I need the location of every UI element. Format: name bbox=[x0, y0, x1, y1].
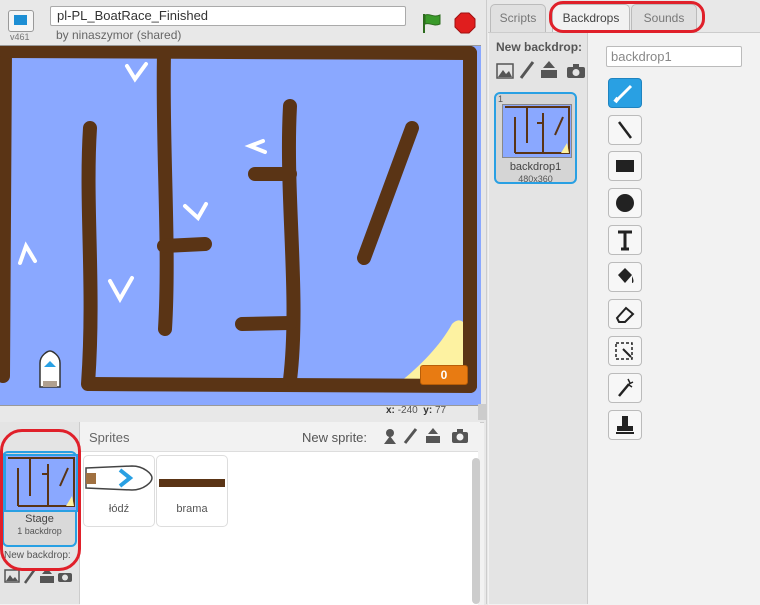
score-display: 0 bbox=[420, 365, 468, 385]
stage-backdrop-drawing bbox=[0, 46, 481, 405]
choose-backdrop-from-library-icon[interactable] bbox=[496, 63, 514, 79]
backdrop-thumbnail bbox=[502, 104, 572, 158]
new-sprite-label: New sprite: bbox=[302, 430, 368, 445]
new-backdrop-label: New backdrop: bbox=[496, 40, 583, 54]
sprite-tile-gate[interactable]: brama bbox=[156, 455, 228, 527]
sprite-name-boat: łódź bbox=[108, 503, 130, 515]
choose-sprite-from-library-icon[interactable] bbox=[381, 427, 399, 445]
version-label: v461 bbox=[10, 32, 30, 42]
project-byline: by ninaszymor (shared) bbox=[56, 28, 182, 42]
paint-new-backdrop-icon[interactable] bbox=[519, 61, 535, 79]
backdrop-name-input[interactable]: backdrop1 bbox=[606, 46, 742, 67]
backdrop-name: backdrop1 bbox=[509, 161, 562, 173]
stage-size-toggle-button[interactable] bbox=[8, 10, 34, 32]
choose-backdrop-icon[interactable] bbox=[4, 569, 20, 583]
magic-wand-icon bbox=[618, 378, 634, 397]
backdrop-index: 1 bbox=[498, 94, 504, 104]
sprite-tile-boat[interactable]: łódź bbox=[83, 455, 155, 527]
fill-tool[interactable] bbox=[608, 262, 642, 292]
rectangle-tool[interactable] bbox=[608, 151, 642, 181]
paint-bucket-icon bbox=[618, 268, 634, 283]
select-tool[interactable] bbox=[608, 336, 642, 366]
upload-backdrop-file-icon[interactable] bbox=[539, 61, 559, 79]
upload-sprite-icon[interactable] bbox=[424, 427, 442, 445]
backdrop-size: 480x360 bbox=[518, 174, 553, 184]
paint-new-sprite-icon[interactable] bbox=[402, 427, 420, 445]
text-icon bbox=[618, 230, 632, 251]
ellipse-icon bbox=[616, 194, 634, 212]
coord-y-label: y: bbox=[423, 405, 433, 416]
sprites-scrollbar[interactable] bbox=[472, 458, 480, 604]
brush-icon bbox=[613, 84, 633, 104]
sprite-name-gate: brama bbox=[176, 503, 208, 515]
green-flag-icon[interactable] bbox=[420, 12, 444, 34]
camera-sprite-icon[interactable] bbox=[451, 427, 469, 445]
rectangle-icon bbox=[616, 160, 634, 172]
text-tool[interactable] bbox=[608, 225, 642, 255]
sprites-title: Sprites bbox=[89, 430, 130, 445]
stage-highlight-annotation bbox=[0, 429, 81, 571]
magic-wand-tool[interactable] bbox=[608, 373, 642, 403]
brush-tool[interactable] bbox=[608, 78, 642, 108]
project-title-field[interactable]: pl-PL_BoatRace_Finished bbox=[50, 6, 406, 26]
gate-sprite-thumbnail bbox=[159, 479, 225, 487]
mouse-coordinates: x: -240 y: 77 bbox=[386, 405, 446, 416]
eraser-tool[interactable] bbox=[608, 299, 642, 329]
line-tool[interactable] bbox=[608, 115, 642, 145]
ellipse-tool[interactable] bbox=[608, 188, 642, 218]
sprites-header bbox=[80, 422, 480, 450]
line-icon bbox=[618, 121, 632, 139]
stop-icon[interactable] bbox=[454, 12, 476, 34]
new-backdrop-from-camera-icon[interactable] bbox=[566, 63, 586, 79]
stage-canvas[interactable] bbox=[0, 45, 481, 406]
camera-backdrop-icon[interactable] bbox=[57, 569, 73, 583]
boat-sprite-thumbnail bbox=[85, 465, 153, 491]
stamp-icon bbox=[616, 416, 634, 434]
stamp-tool[interactable] bbox=[608, 410, 642, 440]
select-icon bbox=[615, 342, 633, 360]
coord-x-value: -240 bbox=[397, 405, 418, 416]
coord-y-value: 77 bbox=[434, 405, 447, 416]
tabs-highlight-annotation bbox=[549, 1, 705, 33]
eraser-icon bbox=[615, 306, 635, 323]
tab-scripts[interactable]: Scripts bbox=[490, 4, 546, 32]
coord-x-label: x: bbox=[386, 405, 395, 416]
stage-collapse-handle[interactable] bbox=[478, 404, 486, 420]
